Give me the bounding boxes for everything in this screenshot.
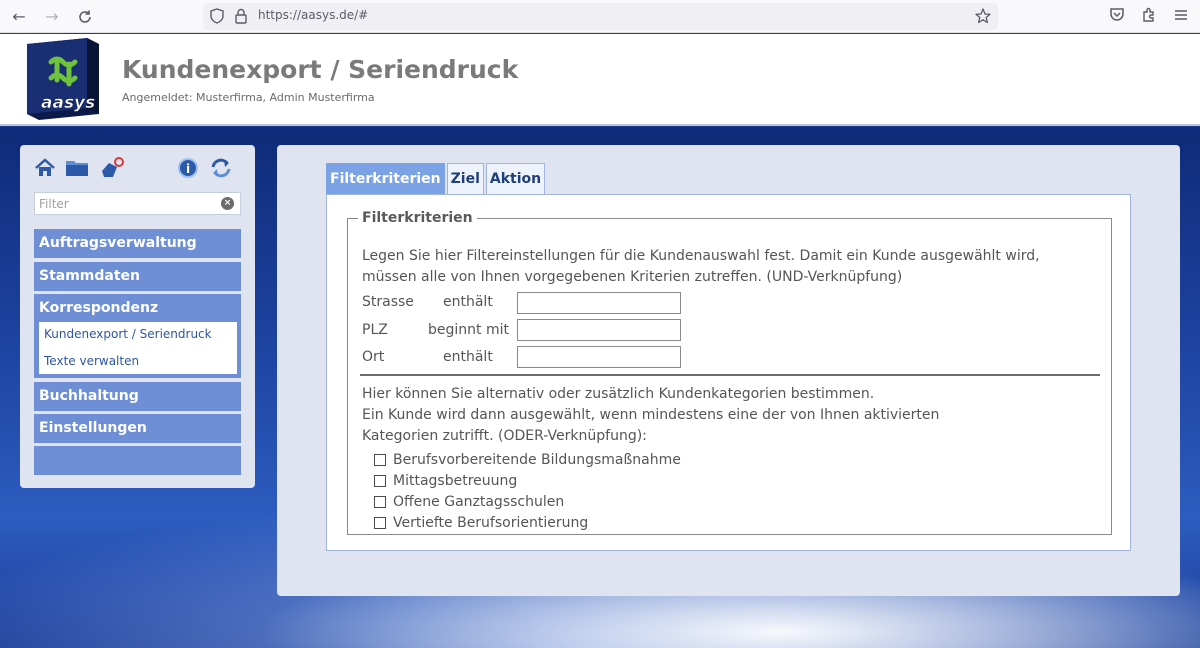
category-checkbox[interactable] [374,517,386,529]
ort-input[interactable] [517,346,681,368]
reload-icon[interactable] [74,6,96,28]
category-checkbox[interactable] [374,496,386,508]
field-label-plz: PLZ [362,322,388,338]
category-row[interactable]: Vertiefte Berufsorientierung [374,513,588,533]
category-label: Berufsvorbereitende Bildungsmaßnahme [393,452,681,468]
info-icon[interactable]: i [177,157,199,179]
category-text-line2: Ein Kunde wird dann ausgewählt, wenn min… [362,407,940,423]
sidebar-item-korrespondenz[interactable]: Korrespondenz [39,294,158,323]
filter-description-line1: Legen Sie hier Filtereinstellungen für d… [362,248,1040,264]
folder-icon[interactable] [65,157,88,179]
plz-input[interactable] [517,319,681,341]
category-checkbox[interactable] [374,475,386,487]
svg-text:aasys: aasys [41,93,95,113]
category-label: Mittagsbetreuung [393,473,518,489]
submenu-kundenexport[interactable]: Kundenexport / Seriendruck [44,327,212,341]
bookmark-star-icon[interactable] [974,7,992,29]
sidebar-empty-item [34,446,241,475]
main-panel: Filterkriterien Ziel Aktion Filterkriter… [277,145,1180,596]
tab-ziel[interactable]: Ziel [446,163,484,194]
page-title: Kundenexport / Seriendruck [122,55,519,84]
submenu-list: Kundenexport / Seriendruck Texte verwalt… [39,322,237,374]
field-label-ort: Ort [362,349,385,365]
aasys-logo: aasys [21,38,101,120]
shield-icon[interactable] [210,8,224,28]
tab-bar: Filterkriterien Ziel Aktion [326,163,547,194]
sidebar-item-auftragsverwaltung[interactable]: Auftragsverwaltung [34,229,241,258]
menu-icon[interactable] [1172,6,1192,26]
sidebar-item-buchhaltung[interactable]: Buchhaltung [34,382,241,411]
field-operator-ort: enthält [443,349,493,365]
fieldset-legend: Filterkriterien [362,210,473,226]
category-label: Vertiefte Berufsorientierung [393,515,589,531]
logout-icon[interactable] [99,157,124,179]
url-text[interactable]: https://aasys.de/# [258,8,368,22]
browser-toolbar: ← → https://aasys.de/# [0,0,1200,33]
filter-fieldset: Filterkriterien Legen Sie hier Filterein… [347,210,1112,535]
pocket-icon[interactable] [1108,6,1128,26]
category-row[interactable]: Offene Ganztagsschulen [374,492,564,512]
back-icon[interactable]: ← [8,6,30,28]
sidebar-filter: × [34,192,241,215]
extensions-icon[interactable] [1140,6,1160,26]
field-operator-plz: beginnt mit [428,322,509,338]
tab-aktion[interactable]: Aktion [485,163,546,194]
svg-text:i: i [186,162,190,176]
filter-input[interactable] [35,193,215,215]
tab-filterkriterien[interactable]: Filterkriterien [326,163,445,194]
category-text-line3: Kategorien zutrifft. (ODER-Verknüpfung): [362,428,647,444]
category-text-line1: Hier können Sie alternativ oder zusätzli… [362,386,875,402]
sidebar: i × Auftragsverwaltung Stammdaten Korres… [20,145,255,488]
category-row[interactable]: Mittagsbetreuung [374,471,517,491]
separator-line [360,374,1100,376]
clear-icon[interactable]: × [221,197,234,210]
sidebar-item-einstellungen[interactable]: Einstellungen [34,414,241,443]
field-operator-strasse: enthält [443,294,493,310]
filter-description-line2: müssen alle von Ihnen vorgegebenen Krite… [362,269,903,285]
tab-content: Filterkriterien Legen Sie hier Filterein… [326,194,1131,551]
submenu-texte-verwalten[interactable]: Texte verwalten [44,354,139,368]
forward-icon[interactable]: → [41,6,63,28]
category-checkbox[interactable] [374,454,386,466]
home-icon[interactable] [34,157,56,179]
address-bar[interactable]: https://aasys.de/# [203,3,998,30]
field-label-strasse: Strasse [362,294,414,310]
lock-icon[interactable] [234,8,248,28]
app-header: aasys Kundenexport / Seriendruck Angemel… [0,34,1200,126]
category-label: Offene Ganztagsschulen [393,494,565,510]
refresh-icon[interactable] [209,157,231,179]
category-row[interactable]: Berufsvorbereitende Bildungsmaßnahme [374,450,681,470]
strasse-input[interactable] [517,292,681,314]
sidebar-group-korrespondenz: Korrespondenz Kundenexport / Seriendruck… [34,294,241,378]
sidebar-item-stammdaten[interactable]: Stammdaten [34,262,241,291]
login-info: Angemeldet: Musterfirma, Admin Musterfir… [122,91,375,104]
